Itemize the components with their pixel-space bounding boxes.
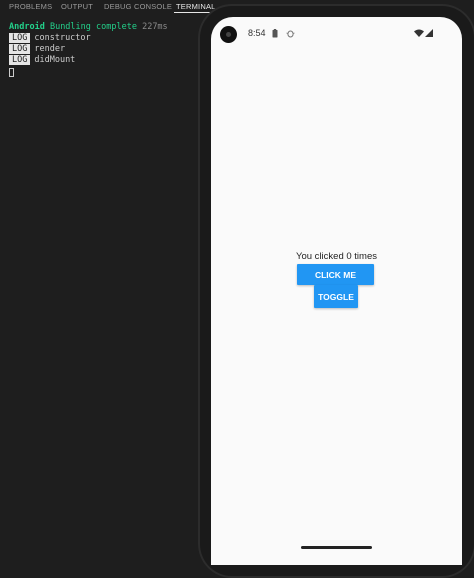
log-text: constructor <box>34 33 91 43</box>
bundle-message: Bundling complete <box>49 22 137 32</box>
toggle-button[interactable]: TOGGLE <box>314 285 358 308</box>
click-count-text: You clicked 0 times <box>296 251 377 262</box>
click-me-button[interactable]: CLICK ME <box>297 264 374 285</box>
log-line: LOG render <box>9 44 65 55</box>
tab-debug-console[interactable]: DEBUG CONSOLE <box>104 2 172 11</box>
log-text: render <box>34 44 66 54</box>
tab-terminal[interactable]: TERMINAL <box>176 2 216 11</box>
tab-output[interactable]: OUTPUT <box>61 2 93 11</box>
bundle-time: 227ms <box>142 22 168 32</box>
log-text: didMount <box>34 55 76 65</box>
phone-screen: 8:54 You clicked 0 times CLICK ME TOGGLE <box>211 17 462 565</box>
log-tag: LOG <box>9 44 31 54</box>
home-indicator[interactable] <box>301 546 372 549</box>
bundle-status-line: Android Bundling complete 227ms <box>9 22 168 33</box>
log-tag: LOG <box>9 55 31 65</box>
tab-problems[interactable]: PROBLEMS <box>9 2 52 11</box>
log-line: LOG constructor <box>9 33 91 44</box>
bundle-platform: Android <box>9 22 45 32</box>
terminal-cursor <box>9 68 14 77</box>
app-content: You clicked 0 times CLICK ME TOGGLE <box>211 17 462 565</box>
log-line: LOG didMount <box>9 55 75 66</box>
log-tag: LOG <box>9 33 31 43</box>
active-tab-indicator <box>174 12 212 13</box>
